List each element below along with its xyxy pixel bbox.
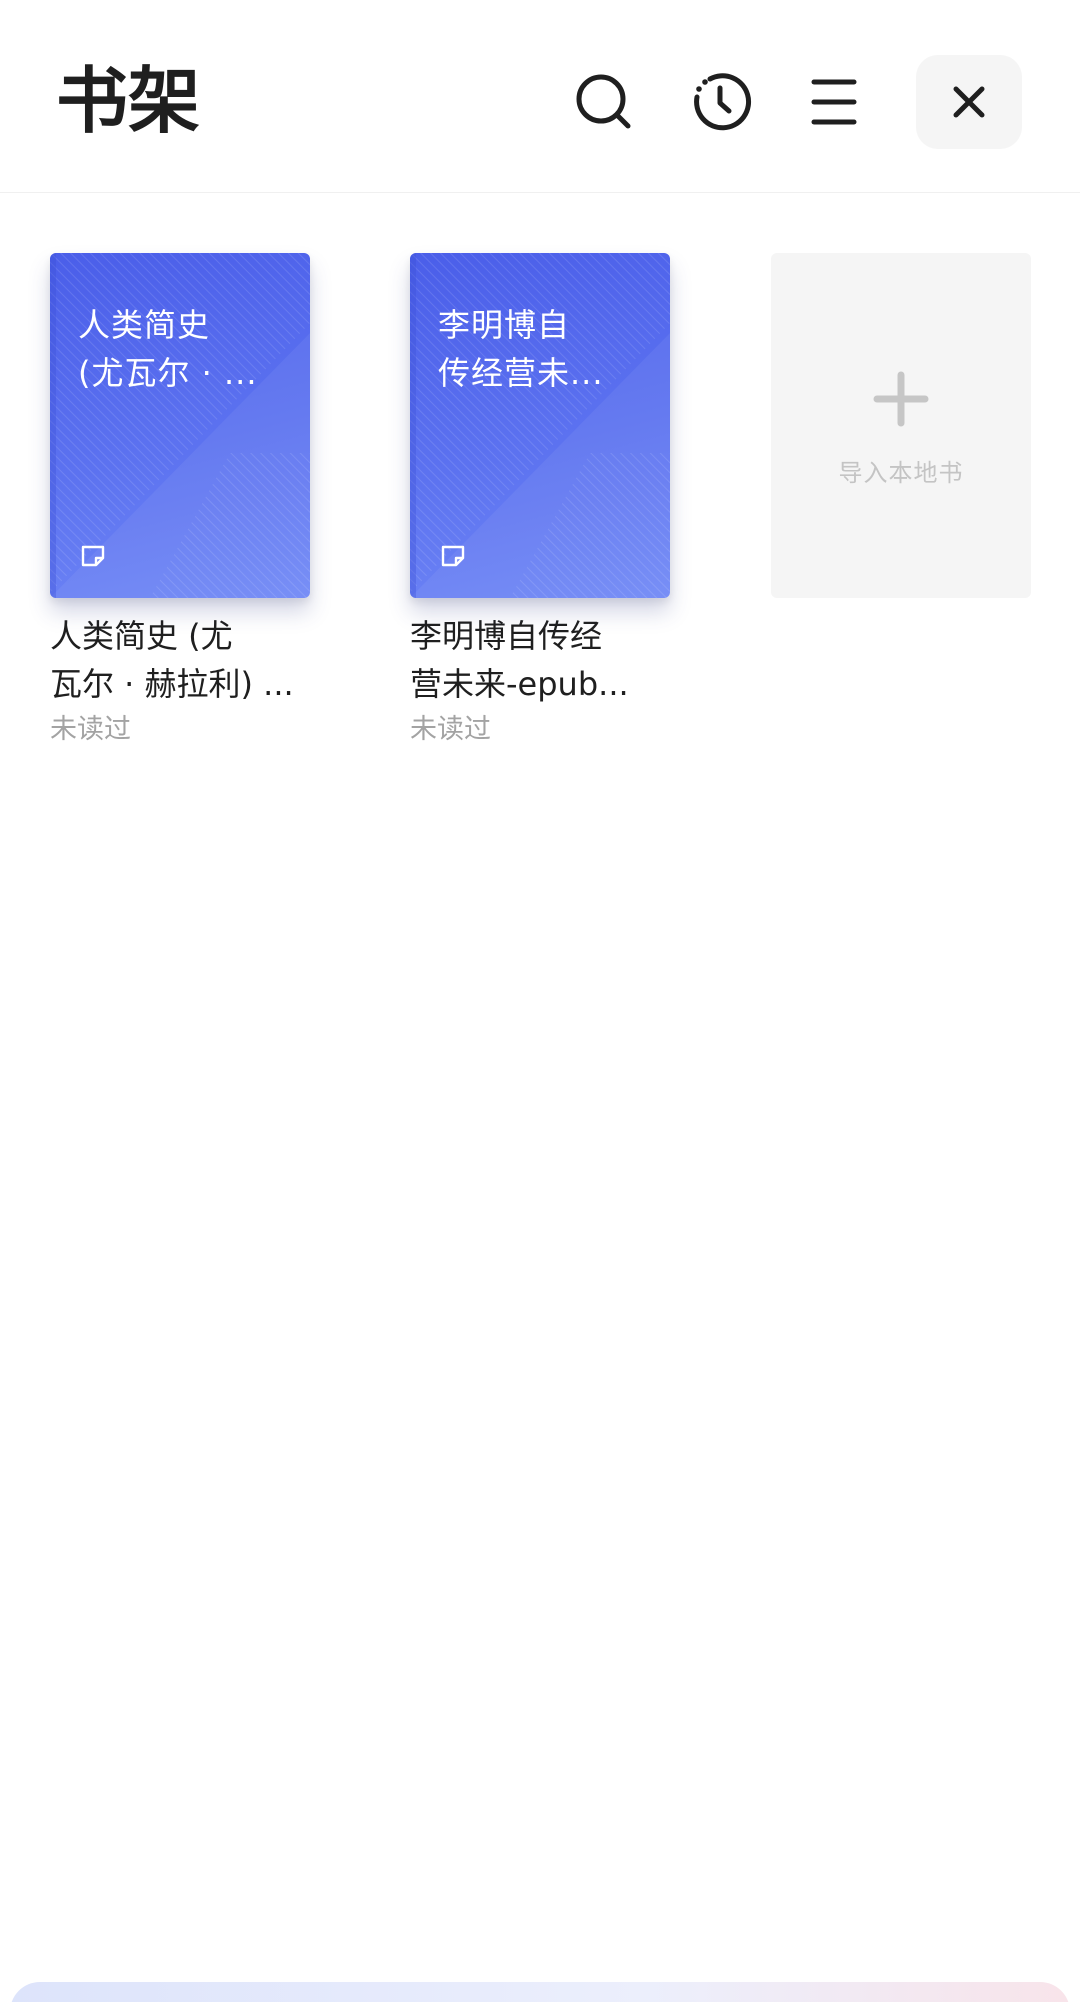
- file-icon: [441, 545, 465, 567]
- book-title-line: 营未来-epub...: [410, 665, 629, 703]
- history-button[interactable]: [674, 56, 766, 148]
- close-icon: [953, 86, 985, 118]
- read-status: 未读过: [410, 714, 491, 745]
- book-title-line: 人类简史 (尤: [50, 617, 233, 655]
- menu-button[interactable]: [788, 56, 880, 148]
- menu-icon: [811, 79, 857, 125]
- page-title: 书架: [56, 59, 201, 143]
- book-item[interactable]: 李明博自 传经营未... 李明博自传经 营未来-epub... 未读过: [410, 253, 670, 748]
- cover-title-line: 传经营未...: [438, 354, 604, 392]
- book-cover[interactable]: 人类简史 (尤瓦尔 · ...: [50, 253, 310, 598]
- cover-title-line: 人类简史: [78, 306, 211, 344]
- plus-icon: [873, 371, 929, 427]
- search-icon: [576, 74, 631, 129]
- bottom-bar: [10, 1982, 1070, 2002]
- history-icon: [694, 73, 752, 131]
- bookshelf-screen: 书架 人类简史 (尤瓦尔 · ... 人类简史 (尤 瓦尔 · 赫拉利) ...…: [0, 0, 1080, 2002]
- cover-title-line: (尤瓦尔 · ...: [78, 354, 258, 392]
- close-button[interactable]: [916, 55, 1022, 149]
- book-title-line: 李明博自传经: [410, 617, 603, 655]
- cover-title: 人类简史 (尤瓦尔 · ...: [78, 301, 278, 397]
- book-title: 人类简史 (尤 瓦尔 · 赫拉利) ...: [50, 612, 320, 708]
- cover-title: 李明博自 传经营未...: [438, 301, 638, 397]
- import-label: 导入本地书: [838, 459, 964, 487]
- book-title-line: 瓦尔 · 赫拉利) ...: [50, 665, 294, 703]
- book-title: 李明博自传经 营未来-epub...: [410, 612, 680, 708]
- book-cover[interactable]: 李明博自 传经营未...: [410, 253, 670, 598]
- search-button[interactable]: [558, 56, 650, 148]
- read-status: 未读过: [50, 714, 131, 745]
- header-bar: 书架: [0, 0, 1080, 193]
- file-icon: [81, 545, 105, 567]
- book-item[interactable]: 人类简史 (尤瓦尔 · ... 人类简史 (尤 瓦尔 · 赫拉利) ... 未读…: [50, 253, 310, 748]
- cover-title-line: 李明博自: [438, 306, 571, 344]
- import-local-book-button[interactable]: 导入本地书: [771, 253, 1031, 598]
